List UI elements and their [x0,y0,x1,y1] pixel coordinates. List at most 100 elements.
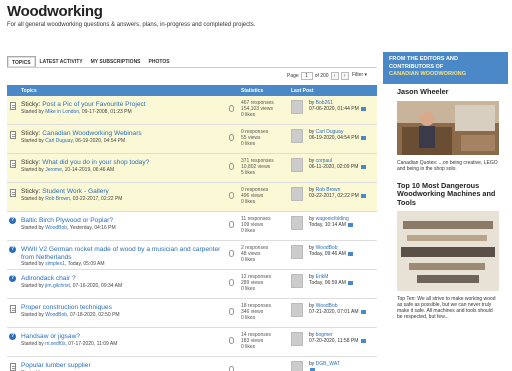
topic-author-link[interactable]: simplex1 [45,261,65,267]
topic-title-link[interactable]: Popular lumber supplier [21,362,91,369]
topic-author-link[interactable]: WoodBob [45,312,67,318]
topic-icon [10,102,16,110]
like-count: 0 likes [241,315,256,321]
topic-title-link[interactable]: Adirondack chair ? [21,275,76,282]
next-page-button[interactable]: › [340,71,349,80]
avatar[interactable] [291,129,303,143]
page-number-input[interactable]: 1 [300,71,313,80]
last-post: by WoodBob Today, 09:46 AM [309,245,354,257]
avatar[interactable] [291,332,303,346]
topic-date: 07-18-2020, 02:50 PM [69,312,120,318]
avatar[interactable] [291,216,303,230]
tab-latest-activity[interactable]: LATEST ACTIVITY [36,56,87,67]
column-header-statistics: Statistics [241,88,264,94]
go-to-last-post-icon[interactable] [361,106,367,111]
article-caption: Top Ten: We all strive to make working w… [397,296,496,320]
table-row[interactable]: Popular lumber supplier Started by , by … [7,357,377,371]
last-post-date: 06-11-2020, 02:09 PM [309,164,359,170]
like-count: 0 likes [241,141,256,147]
go-to-last-post-icon[interactable] [348,222,354,227]
page-total: of 200 [314,72,329,79]
topic-author-link[interactable]: Carl Duguay [45,138,72,144]
tab-topics[interactable]: TOPICS [7,56,36,67]
topic-title-wrap: Sticky: What did you do in your shop tod… [21,159,221,167]
topic-meta: Started by WoodBob, Yesterday, 04:16 PM [21,225,116,231]
topic-stats: 18 responses 346 views 0 likes [241,303,271,321]
paperclip-icon [229,221,234,228]
started-by-label: Started by [21,261,44,267]
go-to-last-post-icon[interactable] [360,338,366,343]
topic-author-link[interactable]: Rob Brown [45,196,70,202]
table-row[interactable]: ? Adirondack chair ? Started by jim.gilc… [7,270,377,299]
table-row[interactable]: ? Baltic Birch Plywood or Poplar? Starte… [7,212,377,241]
go-to-last-post-icon[interactable] [348,280,354,285]
paperclip-icon [229,250,234,257]
topic-list-panel: TOPICS LATEST ACTIVITY MY SUBSCRIPTIONS … [7,52,377,371]
topic-title-wrap: Proper construction techniques [21,304,221,312]
forum-title: Woodworking [7,3,103,20]
avatar[interactable] [291,303,303,317]
prev-page-button[interactable]: ‹ [330,71,339,80]
topic-title-link[interactable]: What did you do in your shop today? [42,159,149,166]
tab-divider [7,67,377,68]
article-image[interactable] [397,211,499,291]
table-row[interactable]: ? Handsaw or jigsaw? Started by m.xedf0s… [7,328,377,357]
topic-author-link[interactable]: jim.gilchrist [45,283,70,289]
avatar[interactable] [291,100,303,114]
table-row[interactable]: Sticky: Canadian Woodworking Webinars St… [7,125,377,154]
topic-date: 07-17-2020, 11:09 AM [68,341,118,347]
paperclip-icon [229,192,234,199]
topic-author-link[interactable]: Mike in London [45,109,79,115]
go-to-last-post-icon[interactable] [361,135,367,140]
topic-author-link[interactable]: Jerome [45,167,62,173]
go-to-last-post-icon[interactable] [360,164,366,169]
last-post: by Bob261 07-06-2020, 01:44 PM [309,100,367,112]
topic-title-link[interactable]: WWII V2 German rocket made of wood by a … [21,246,220,261]
topic-rows: Sticky: Post a Pic of your Favourite Pro… [7,96,377,371]
avatar[interactable] [291,274,303,288]
topic-author-link[interactable]: WoodBob [45,225,67,231]
started-by-label: Started by [21,138,44,144]
sticky-prefix: Sticky: [21,101,41,108]
filter-button[interactable]: Filter ▾ [352,70,367,81]
avatar[interactable] [291,245,303,259]
topic-title-link[interactable]: Handsaw or jigsaw? [21,333,80,340]
sidebar-header: FROM THE EDITORS AND CONTRIBUTORS OF CAN… [383,52,508,84]
topic-title-link[interactable]: Student Work - Gallery [42,188,109,195]
sidebar-header-brand: CANADIAN WOODWORKING [389,71,467,77]
go-to-last-post-icon[interactable] [360,309,366,314]
topic-title-wrap: Popular lumber supplier [21,362,221,370]
last-post-date: 06-19-2020, 04:54 PM [309,135,359,141]
table-row[interactable]: Sticky: What did you do in your shop tod… [7,154,377,183]
topic-title-link[interactable]: Post a Pic of your Favourite Project [42,101,145,108]
started-by-label: Started by [21,167,44,173]
article-title[interactable]: Top 10 Most Dangerous Woodworking Machin… [397,181,499,208]
article-image[interactable] [397,100,499,155]
page-label: Page [287,72,299,79]
table-row[interactable]: ? WWII V2 German rocket made of wood by … [7,241,377,270]
tab-photos[interactable]: PHOTOS [145,56,174,67]
table-row[interactable]: Sticky: Post a Pic of your Favourite Pro… [7,96,377,125]
topic-date: 06-19-2020, 04:54 PM [75,138,126,144]
topic-title-wrap: Sticky: Canadian Woodworking Webinars [21,130,221,138]
topic-date: 07-16-2020, 09:34 AM [72,283,123,289]
topic-title-link[interactable]: Proper construction techniques [21,304,112,311]
last-post-user-link[interactable]: DGB_WAT [316,361,340,367]
topic-author-link[interactable]: m.xedf0s [45,341,65,347]
tab-my-subscriptions[interactable]: MY SUBSCRIPTIONS [87,56,145,67]
sidebar-header-text: FROM THE EDITORS AND CONTRIBUTORS OF [389,56,458,70]
topic-stats: 14 responses 183 views 0 likes [241,332,271,350]
avatar[interactable] [291,158,303,172]
avatar[interactable] [291,361,303,371]
go-to-last-post-icon[interactable] [361,193,367,198]
go-to-last-post-icon[interactable] [348,251,354,256]
topic-meta: Started by simplex1, Today, 05:09 AM [21,261,105,267]
topic-meta: Started by Mike in London, 09-17-2008, 0… [21,109,132,115]
topic-title-link[interactable]: Baltic Birch Plywood or Poplar? [21,217,113,224]
article-title[interactable]: Jason Wheeler [397,87,499,97]
avatar[interactable] [291,187,303,201]
table-row[interactable]: Sticky: Student Work - Gallery Started b… [7,183,377,212]
table-row[interactable]: Proper construction techniques Started b… [7,299,377,328]
topic-title-link[interactable]: Canadian Woodworking Webinars [42,130,141,137]
forum-description: For all general woodworking questions & … [7,22,256,28]
